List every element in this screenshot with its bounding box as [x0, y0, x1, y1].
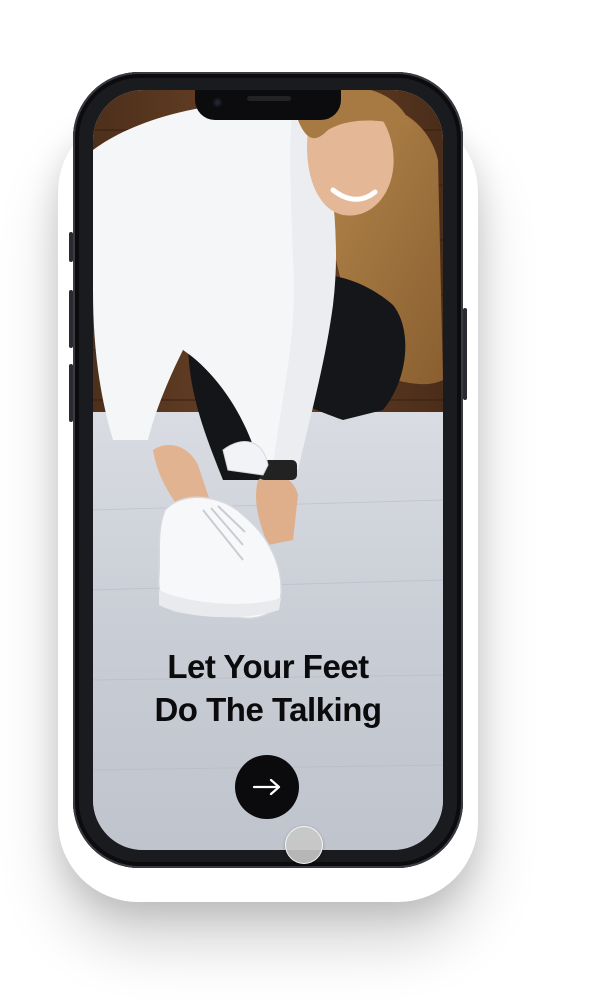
arrow-right-icon: [252, 778, 281, 796]
volume-down-button: [69, 364, 73, 422]
hero-photo: [93, 90, 443, 850]
front-camera: [213, 98, 222, 107]
touch-indicator: [285, 826, 323, 864]
mute-switch: [69, 232, 73, 262]
app-screen: Let Your Feet Do The Talking: [93, 90, 443, 850]
volume-up-button: [69, 290, 73, 348]
headline-line-2: Do The Talking: [154, 691, 382, 728]
phone-frame: Let Your Feet Do The Talking: [69, 72, 467, 868]
onboarding-headline: Let Your Feet Do The Talking: [93, 645, 443, 731]
earpiece-speaker: [247, 96, 291, 101]
headline-line-1: Let Your Feet: [167, 648, 369, 685]
notch: [195, 90, 341, 120]
power-button: [463, 308, 467, 400]
next-button[interactable]: [235, 755, 299, 819]
